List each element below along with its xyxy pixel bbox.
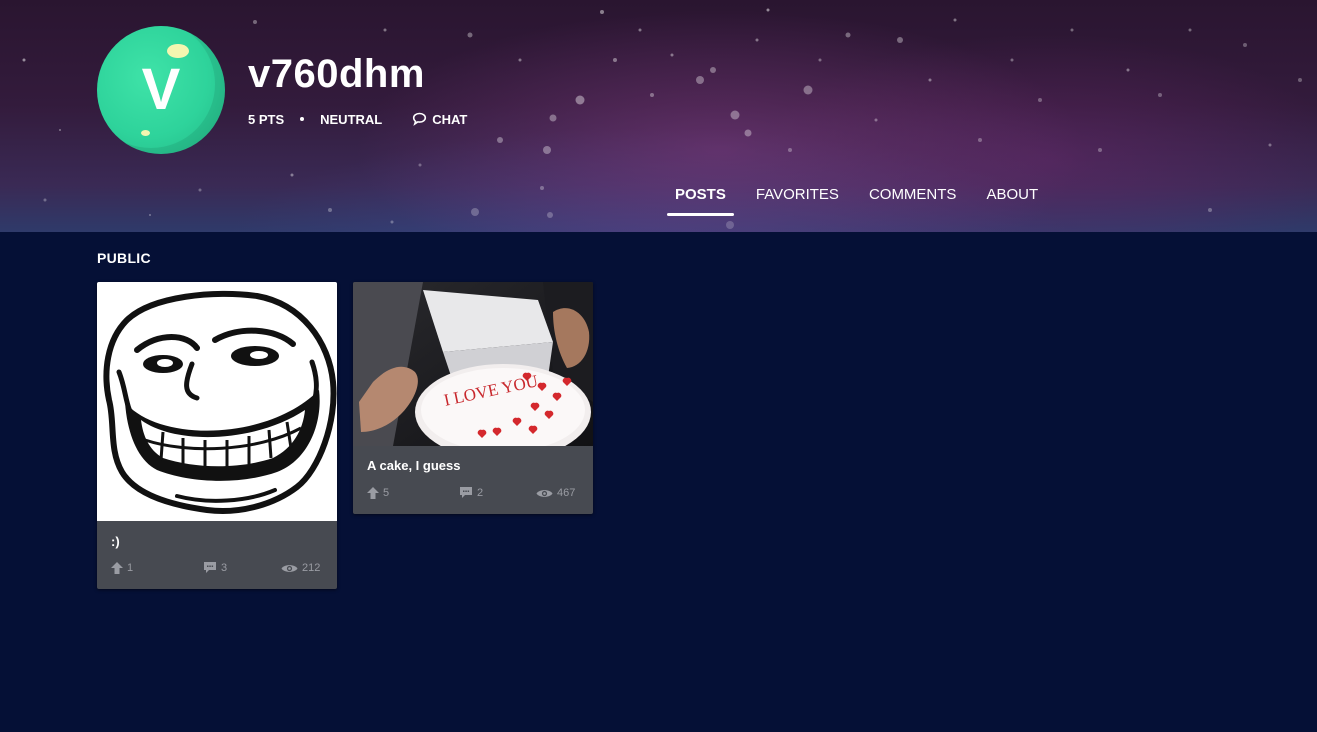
chat-bubble-icon [413,112,427,126]
post-stats: 1 3 212 [111,561,325,575]
post-title[interactable]: :) [111,534,120,549]
avatar[interactable]: V [97,26,225,154]
post-title[interactable]: A cake, I guess [367,458,460,473]
profile-banner: V v760dhm 5 PTS NEUTRAL CHAT POSTS FAVOR… [0,0,1317,232]
upvote-arrow-icon [111,562,123,574]
username: v760dhm [248,52,425,96]
post-card[interactable]: :) 1 3 212 [97,282,337,589]
chat-button[interactable]: CHAT [412,112,467,127]
tab-about[interactable]: ABOUT [978,184,1046,216]
post-stats: 5 2 467 [367,486,581,500]
profile-meta: 5 PTS NEUTRAL CHAT [248,111,467,127]
tab-favorites[interactable]: FAVORITES [748,184,847,216]
chat-label: CHAT [432,111,468,127]
status-label: NEUTRAL [320,111,383,127]
comment-stat[interactable]: 3 [203,561,227,575]
views-count: 212 [302,562,321,574]
comment-stat[interactable]: 2 [459,486,483,500]
comment-icon [204,562,216,573]
profile-tabs: POSTS FAVORITES COMMENTS ABOUT [667,184,1060,224]
tab-comments[interactable]: COMMENTS [861,184,965,216]
upvote-stat[interactable]: 1 [111,561,133,575]
comment-count: 3 [221,562,228,574]
views-stat: 212 [281,561,320,575]
eye-icon [281,564,298,572]
upvote-arrow-icon [367,487,379,499]
comment-count: 2 [477,487,484,499]
separator-dot [300,117,305,121]
cake-image: I LOVE YOU [353,282,593,446]
comment-icon [460,487,472,498]
upvote-count: 5 [383,487,390,499]
avatar-letter: V [141,57,181,122]
upvote-count: 1 [127,562,134,574]
eye-icon [536,489,553,497]
section-title: PUBLIC [97,250,151,266]
troll-face-image [97,282,337,521]
views-stat: 467 [536,486,575,500]
views-count: 467 [557,487,576,499]
tab-posts[interactable]: POSTS [667,184,734,216]
upvote-stat[interactable]: 5 [367,486,389,500]
points-label: 5 PTS [248,111,285,127]
post-card[interactable]: I LOVE YOU A cake, I guess 5 2 467 [353,282,593,514]
